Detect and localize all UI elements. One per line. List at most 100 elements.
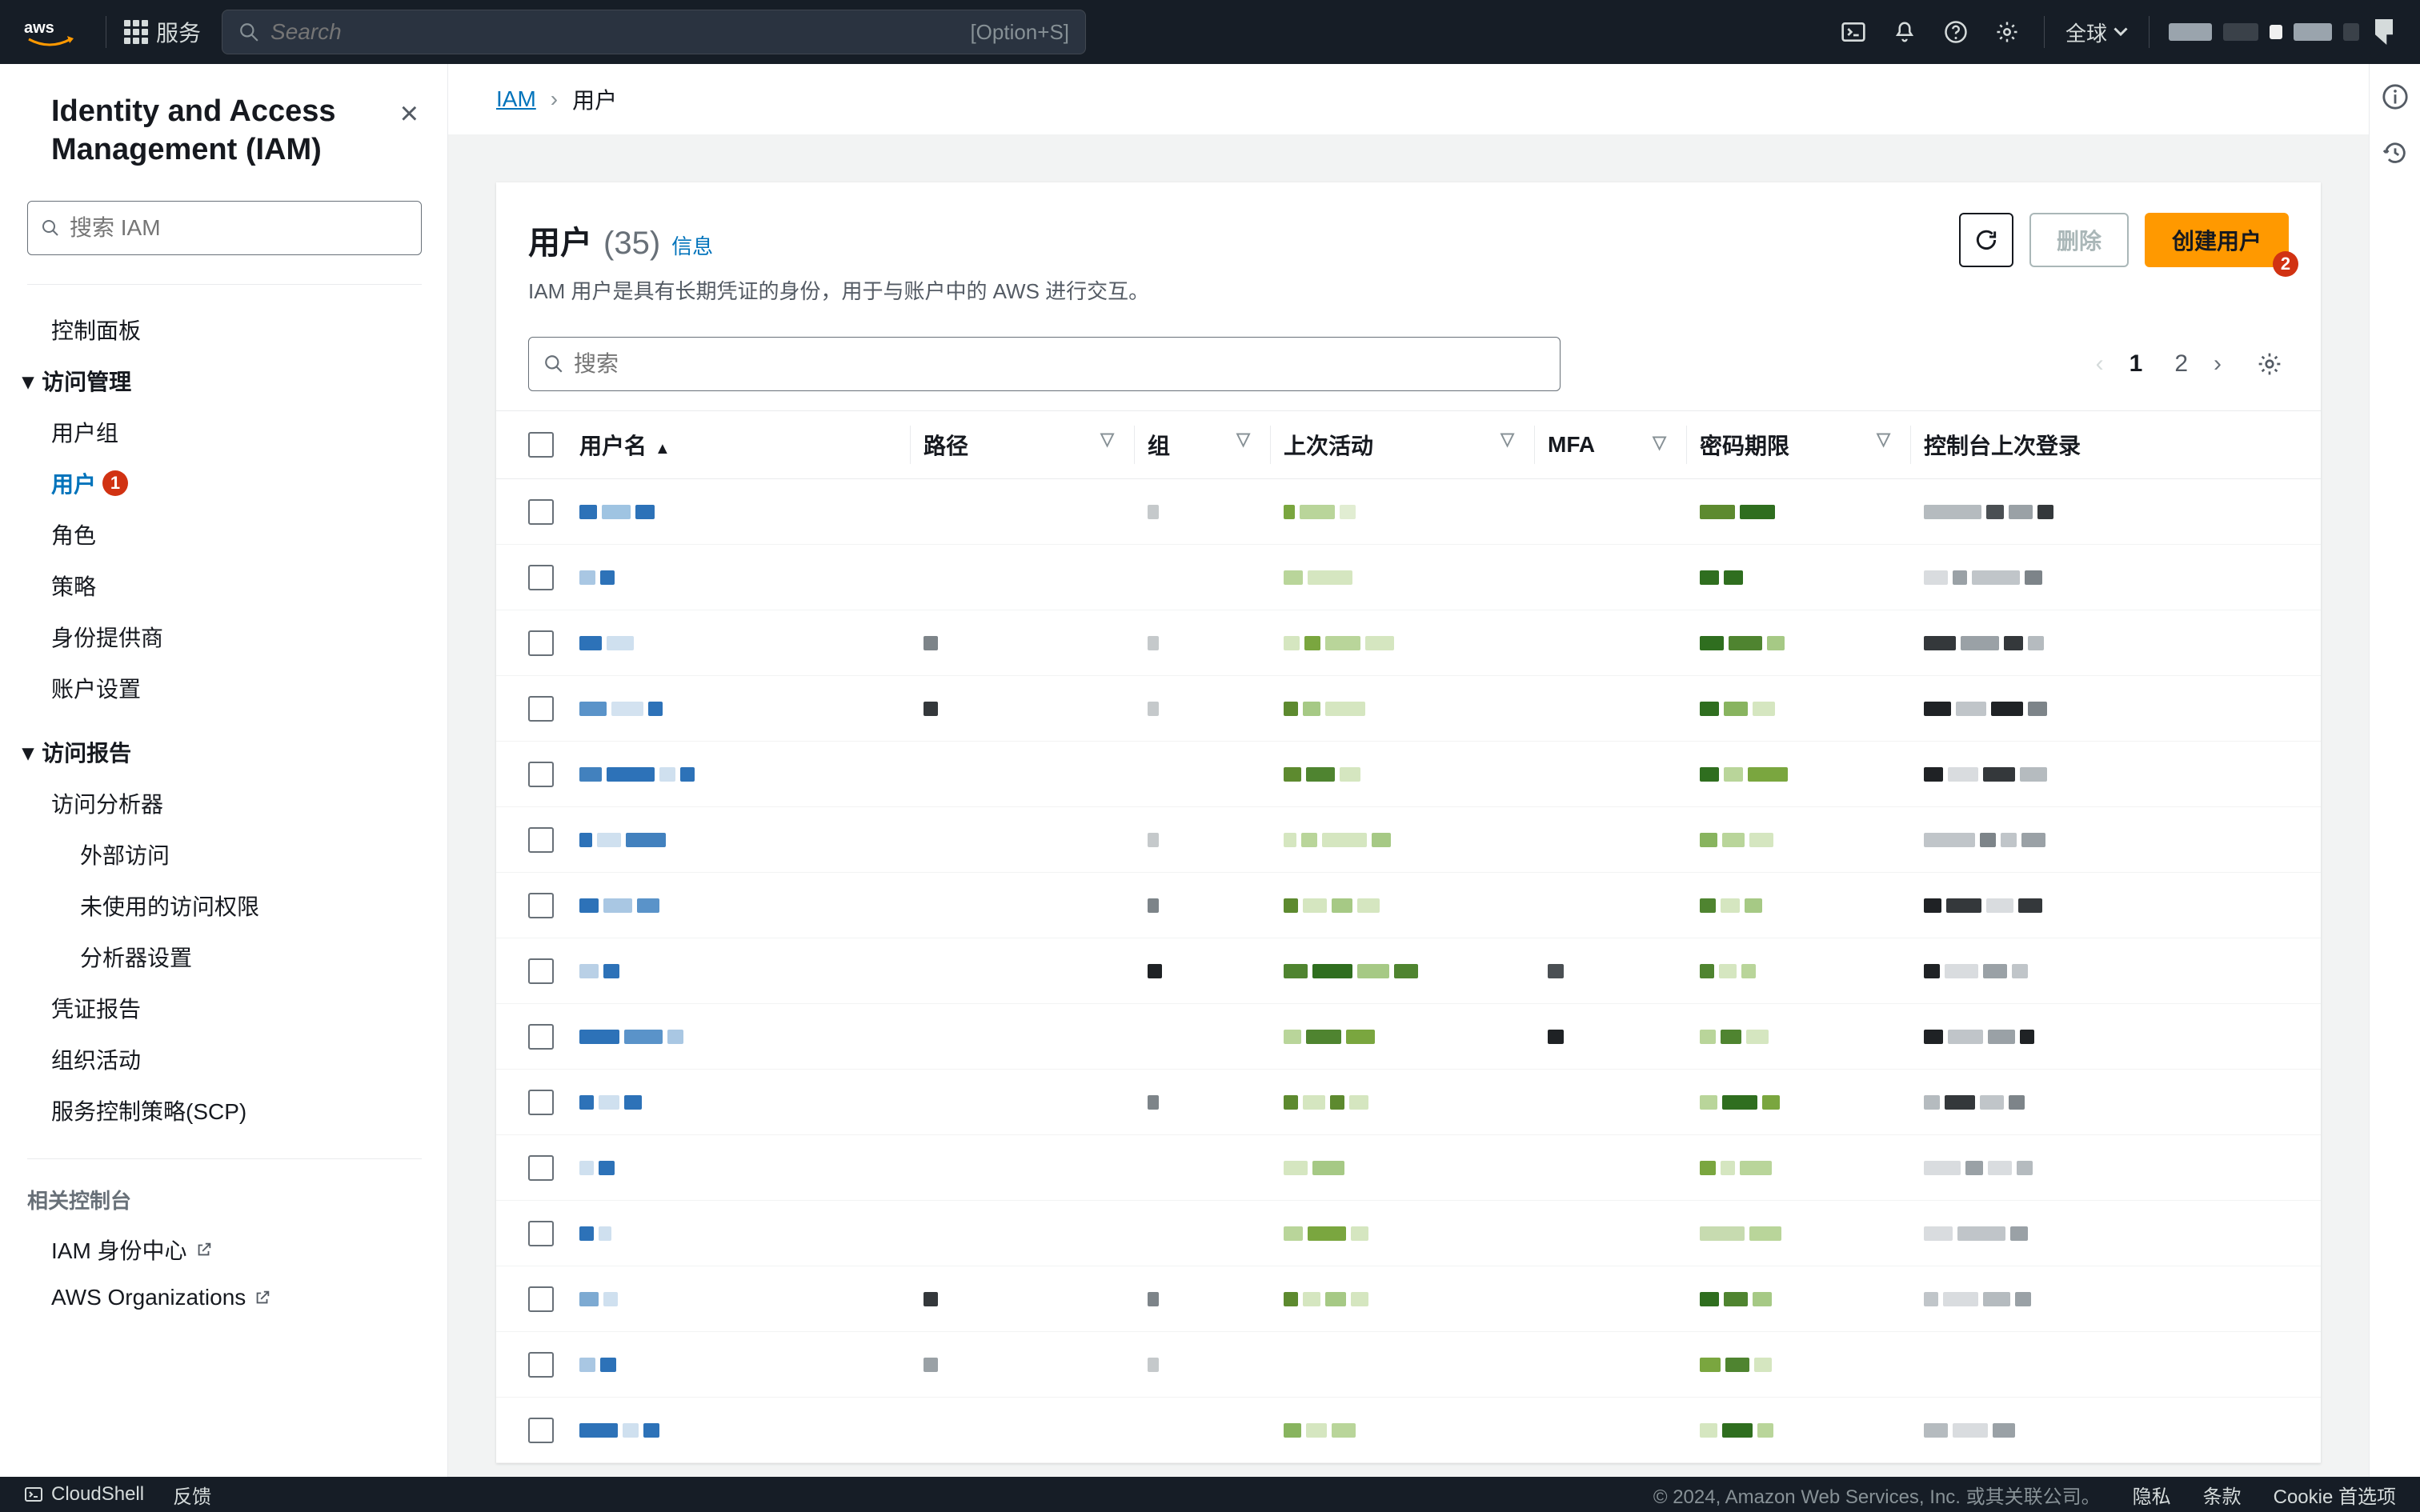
sidebar-item-identity-center[interactable]: IAM 身份中心 (51, 1224, 422, 1275)
table-row[interactable] (496, 610, 2321, 676)
sidebar-item-credential-report[interactable]: 凭证报告 (51, 982, 422, 1034)
redacted-value (1700, 505, 1898, 519)
create-user-button[interactable]: 创建用户 (2145, 213, 2289, 267)
footer-cookie[interactable]: Cookie 首选项 (2274, 1481, 2396, 1509)
users-search-input[interactable] (574, 351, 1545, 377)
row-checkbox[interactable] (528, 1221, 554, 1246)
filter-icon[interactable]: ▽ (1100, 429, 1114, 450)
table-row[interactable] (496, 873, 2321, 938)
table-row[interactable] (496, 1070, 2321, 1135)
info-link[interactable]: 信息 (671, 230, 713, 260)
filter-icon[interactable]: ▽ (1236, 429, 1250, 450)
row-checkbox[interactable] (528, 958, 554, 984)
col-groups[interactable]: 组 (1148, 434, 1170, 458)
sidebar-item-account-settings[interactable]: 账户设置 (51, 662, 422, 714)
panel-title: 用户 (35) 信息 (528, 217, 713, 263)
sidebar-group-access-management[interactable]: ▾ 访问管理 (22, 355, 422, 406)
footer-terms[interactable]: 条款 (2203, 1481, 2242, 1509)
refresh-button[interactable] (1959, 213, 2013, 267)
row-checkbox[interactable] (528, 1090, 554, 1115)
table-settings-button[interactable] (2250, 345, 2289, 383)
nav-divider (2044, 16, 2045, 48)
global-search-input[interactable] (270, 19, 970, 45)
row-checkbox[interactable] (528, 1155, 554, 1181)
row-checkbox[interactable] (528, 565, 554, 590)
table-row[interactable] (496, 545, 2321, 610)
sidebar-item-scp[interactable]: 服务控制策略(SCP) (51, 1085, 422, 1136)
sidebar-item-analyzer-settings[interactable]: 分析器设置 (51, 931, 422, 982)
settings-icon[interactable] (1989, 14, 2025, 50)
users-table: 用户名▲ 路径▽ 组▽ 上次活动▽ MFA▽ 密码期限▽ 控制台上次登录 (496, 410, 2321, 1463)
footer-cloudshell[interactable]: CloudShell (24, 1483, 144, 1506)
table-row[interactable] (496, 742, 2321, 807)
sidebar-item-access-analyzer[interactable]: 访问分析器 (51, 778, 422, 829)
filter-icon[interactable]: ▽ (1653, 432, 1666, 453)
row-checkbox[interactable] (528, 1286, 554, 1312)
cloudshell-icon[interactable] (1836, 14, 1871, 50)
breadcrumb-root[interactable]: IAM (496, 86, 536, 112)
row-checkbox[interactable] (528, 893, 554, 918)
page-1[interactable]: 1 (2123, 347, 2150, 381)
global-search[interactable]: [Option+S] (222, 10, 1086, 54)
sidebar-item-dashboard[interactable]: 控制面板 (51, 304, 422, 355)
redacted-value (1924, 833, 2308, 847)
redacted-value (1284, 898, 1522, 913)
table-row[interactable] (496, 807, 2321, 873)
users-search[interactable] (528, 337, 1561, 391)
col-console-login[interactable]: 控制台上次登录 (1924, 434, 2081, 458)
row-checkbox[interactable] (528, 696, 554, 722)
info-icon[interactable] (2382, 83, 2409, 110)
sidebar-item-roles[interactable]: 角色 (51, 509, 422, 560)
search-icon (238, 22, 259, 42)
col-path[interactable]: 路径 (924, 434, 968, 458)
row-checkbox[interactable] (528, 1352, 554, 1378)
table-row[interactable] (496, 479, 2321, 545)
services-menu-button[interactable]: 服务 (118, 11, 207, 53)
sidebar-item-identity-providers[interactable]: 身份提供商 (51, 611, 422, 662)
sidebar-item-unused-access[interactable]: 未使用的访问权限 (51, 880, 422, 931)
help-icon[interactable] (1938, 14, 1973, 50)
col-mfa[interactable]: MFA (1548, 432, 1595, 457)
filter-icon[interactable]: ▽ (1500, 429, 1514, 450)
table-row[interactable] (496, 1332, 2321, 1398)
footer-feedback[interactable]: 反馈 (173, 1481, 211, 1509)
close-icon[interactable]: × (397, 93, 422, 135)
row-checkbox[interactable] (528, 499, 554, 525)
page-next[interactable]: › (2214, 350, 2222, 378)
sidebar-search-input[interactable] (70, 215, 408, 241)
sidebar-item-organizations[interactable]: AWS Organizations (51, 1275, 422, 1320)
sidebar-item-users[interactable]: 用户 1 (51, 458, 422, 509)
col-username[interactable]: 用户名 (579, 434, 647, 458)
footer-privacy[interactable]: 隐私 (2133, 1481, 2171, 1509)
account-menu[interactable] (2161, 19, 2401, 45)
table-row[interactable] (496, 1398, 2321, 1463)
row-checkbox[interactable] (528, 827, 554, 853)
sidebar-group-access-reports[interactable]: ▾ 访问报告 (22, 726, 422, 778)
table-row[interactable] (496, 1004, 2321, 1070)
sidebar-item-external-access[interactable]: 外部访问 (51, 829, 422, 880)
col-password-age[interactable]: 密码期限 (1700, 434, 1789, 458)
table-row[interactable] (496, 1201, 2321, 1266)
table-row[interactable] (496, 1135, 2321, 1201)
sidebar-item-policies[interactable]: 策略 (51, 560, 422, 611)
sidebar-search[interactable] (27, 201, 422, 255)
row-checkbox[interactable] (528, 1024, 554, 1050)
redacted-value (1148, 898, 1258, 913)
select-all-checkbox[interactable] (528, 432, 554, 458)
notifications-icon[interactable] (1887, 14, 1922, 50)
sidebar-item-org-activity[interactable]: 组织活动 (51, 1034, 422, 1085)
table-row[interactable] (496, 1266, 2321, 1332)
table-row[interactable] (496, 938, 2321, 1004)
row-checkbox[interactable] (528, 630, 554, 656)
row-checkbox[interactable] (528, 762, 554, 787)
redacted-value (579, 1030, 898, 1044)
filter-icon[interactable]: ▽ (1877, 429, 1890, 450)
sidebar-item-user-groups[interactable]: 用户组 (51, 406, 422, 458)
breadcrumb: IAM › 用户 (448, 64, 2369, 134)
col-last-activity[interactable]: 上次活动 (1284, 434, 1373, 458)
row-checkbox[interactable] (528, 1418, 554, 1443)
region-selector[interactable]: 全球 (2056, 18, 2138, 47)
table-row[interactable] (496, 676, 2321, 742)
page-2[interactable]: 2 (2168, 347, 2194, 381)
history-icon[interactable] (2382, 139, 2409, 166)
